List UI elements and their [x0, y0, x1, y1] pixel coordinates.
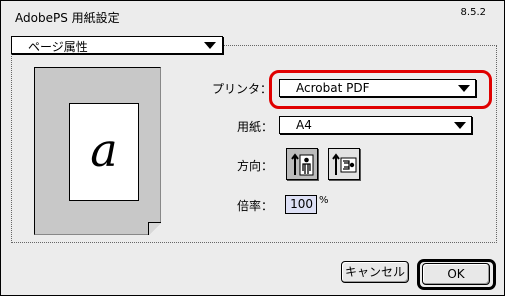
landscape-icon — [332, 153, 357, 175]
cancel-button[interactable]: キャンセル — [341, 261, 409, 283]
scale-input[interactable]: 100 — [285, 195, 317, 214]
page-preview: a — [34, 67, 161, 235]
scale-unit: % — [319, 195, 329, 206]
section-popup-value: ページ属性 — [28, 40, 88, 54]
chevron-down-icon — [454, 122, 466, 129]
dialog-title: AdobePS 用紙設定 — [15, 11, 120, 25]
orientation-landscape-button[interactable] — [328, 148, 360, 180]
scale-value: 100 — [290, 197, 313, 211]
paper-sheet-preview: a — [69, 103, 139, 201]
orientation-label: 方向： — [237, 159, 274, 173]
preview-glyph: a — [90, 123, 118, 177]
section-popup[interactable]: ページ属性 — [11, 36, 223, 54]
chevron-down-icon — [458, 85, 470, 92]
printer-select-value: Acrobat PDF — [296, 81, 370, 95]
page-setup-dialog: AdobePS 用紙設定 8.5.2 ページ属性 a プリンタ： Acrobat… — [0, 0, 505, 296]
portrait-icon — [291, 153, 314, 176]
chevron-down-icon — [204, 42, 216, 49]
printer-label: プリンタ： — [212, 82, 273, 96]
printer-select[interactable]: Acrobat PDF — [279, 79, 476, 97]
page-curl-icon — [148, 222, 161, 235]
paper-label: 用紙： — [237, 120, 274, 134]
paper-size-value: A4 — [296, 118, 312, 132]
paper-size-select[interactable]: A4 — [279, 116, 472, 134]
ok-button[interactable]: OK — [422, 263, 490, 285]
orientation-portrait-button[interactable] — [286, 148, 318, 180]
scale-label: 倍率： — [237, 199, 274, 213]
version-label: 8.5.2 — [460, 7, 486, 18]
